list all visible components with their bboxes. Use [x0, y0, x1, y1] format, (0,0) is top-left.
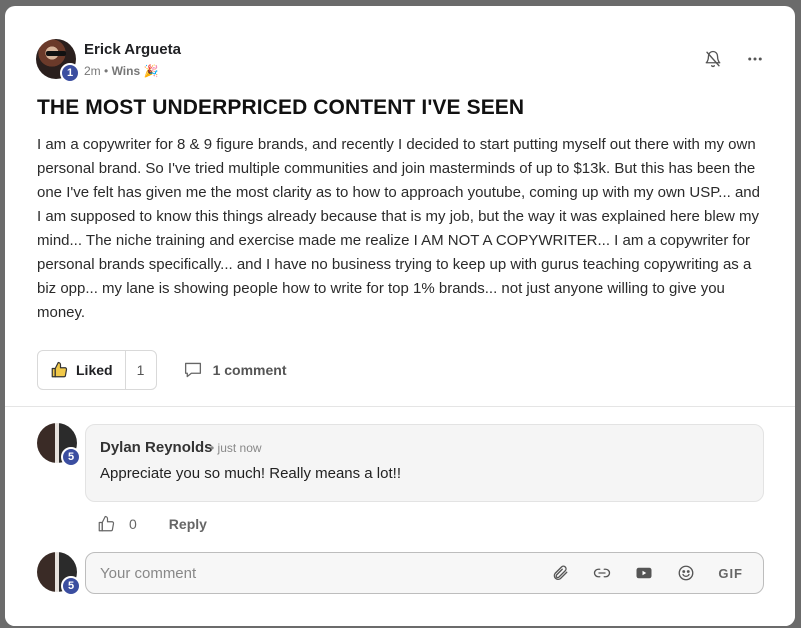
bell-off-icon[interactable] — [703, 49, 723, 69]
post-actions: Liked 1 1 comment — [37, 350, 287, 390]
commenter-level-badge: 5 — [61, 447, 81, 467]
emoji-icon[interactable] — [676, 563, 696, 583]
author-avatar[interactable]: 1 — [36, 39, 80, 83]
category-emoji: 🎉 — [143, 64, 159, 78]
commenter-avatar[interactable]: 5 — [37, 423, 81, 467]
paperclip-icon[interactable] — [550, 563, 570, 583]
comment-count-label: 1 comment — [212, 362, 287, 378]
video-icon[interactable] — [634, 563, 654, 583]
comments-section: 5 Dylan Reynolds • just now Appreciate y… — [5, 407, 795, 626]
more-horizontal-icon[interactable] — [745, 49, 765, 69]
comment-composer: GIF — [85, 552, 764, 594]
link-icon[interactable] — [592, 563, 612, 583]
comment-actions: 0 Reply — [97, 515, 207, 533]
like-control: Liked 1 — [37, 350, 157, 390]
comment-text: Appreciate you so much! Really means a l… — [100, 465, 401, 482]
comment-input[interactable] — [100, 553, 500, 593]
reply-button[interactable]: Reply — [169, 516, 207, 532]
post-meta: 2m • Wins 🎉 — [84, 64, 158, 78]
composer-tools: GIF — [550, 553, 743, 593]
meta-separator: • — [104, 64, 112, 78]
author-name[interactable]: Erick Argueta — [84, 41, 181, 58]
header-actions — [703, 49, 765, 69]
like-label: Liked — [76, 362, 113, 378]
comment-time-value: just now — [217, 441, 262, 455]
comment-time: • just now — [210, 441, 262, 455]
thumbs-up-icon — [51, 361, 68, 378]
post-body: I am a copywriter for 8 & 9 figure brand… — [37, 136, 760, 321]
comment-like-count: 0 — [129, 516, 137, 532]
comment-like-button[interactable] — [97, 515, 115, 533]
post-title: THE MOST UNDERPRICED CONTENT I'VE SEEN — [37, 96, 525, 119]
user-level-badge: 5 — [61, 576, 81, 596]
thumbs-up-icon — [98, 515, 115, 532]
post-time: 2m — [84, 64, 101, 78]
like-count[interactable]: 1 — [124, 351, 156, 389]
comment-bubble: Dylan Reynolds • just now Appreciate you… — [85, 424, 764, 502]
comment-count-button[interactable]: 1 comment — [183, 361, 287, 379]
time-separator: • — [210, 441, 218, 455]
gif-button[interactable]: GIF — [718, 566, 743, 581]
post-header: 1 Erick Argueta 2m • Wins 🎉 — [36, 39, 765, 83]
current-user-avatar: 5 — [37, 552, 81, 596]
comment-icon — [184, 362, 201, 378]
like-button[interactable]: Liked — [38, 351, 125, 389]
commenter-name[interactable]: Dylan Reynolds — [100, 439, 213, 456]
author-level-badge: 1 — [60, 63, 80, 83]
post-category[interactable]: Wins — [112, 64, 141, 78]
post-modal: 1 Erick Argueta 2m • Wins 🎉 THE MOST UND… — [5, 6, 795, 626]
